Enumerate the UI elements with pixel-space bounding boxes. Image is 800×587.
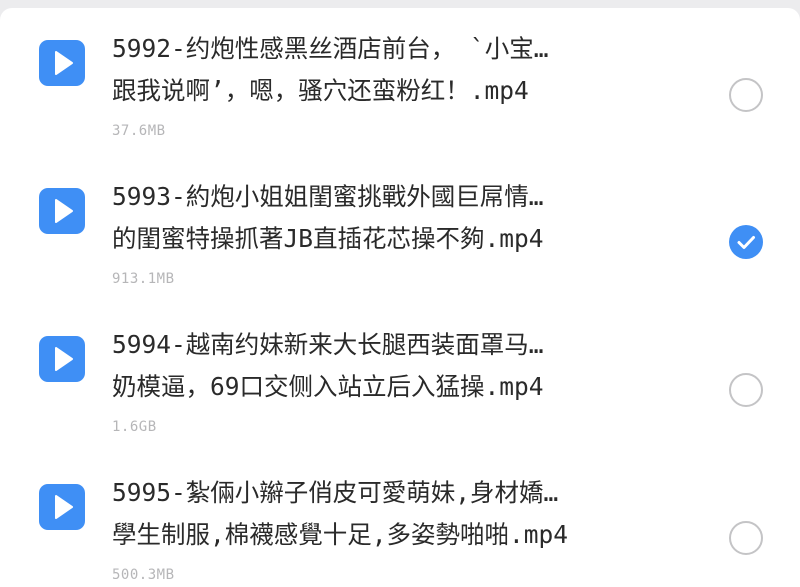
file-size: 500.3MB	[112, 567, 175, 583]
file-name-line-1: 5994-越南约妹新来大长腿西装面罩马…	[112, 330, 544, 359]
file-name-line-1: 5992-约炮性感黑丝酒店前台， `小宝…	[112, 34, 549, 63]
file-name-line-2: 跟我说啊’，嗯，骚穴还蛮粉红！.mp4	[112, 76, 529, 105]
file-size: 1.6GB	[112, 419, 157, 435]
file-name-line-1: 5995-紮倆小辮子俏皮可愛萌妹,身材嬌…	[112, 478, 559, 507]
file-size: 913.1MB	[112, 271, 175, 287]
video-play-icon	[39, 40, 85, 86]
list-item[interactable]: 5993-約炮小姐姐閨蜜挑戰外國巨屌情… 的閨蜜特操抓著JB直插花芯操不夠.mp…	[0, 156, 800, 304]
list-item[interactable]: 5995-紮倆小辮子俏皮可愛萌妹,身材嬌… 學生制服,棉襪感覺十足,多姿勢啪啪.…	[0, 452, 800, 587]
file-name-line-1: 5993-約炮小姐姐閨蜜挑戰外國巨屌情…	[112, 182, 544, 211]
file-name-line-2: 的閨蜜特操抓著JB直插花芯操不夠.mp4	[112, 224, 544, 253]
file-name: 5995-紮倆小辮子俏皮可愛萌妹,身材嬌… 學生制服,棉襪感覺十足,多姿勢啪啪.…	[112, 472, 652, 556]
select-checkbox-checked[interactable]	[729, 225, 763, 259]
checkmark-icon	[737, 236, 755, 249]
select-checkbox[interactable]	[729, 78, 763, 112]
video-play-icon	[39, 188, 85, 234]
file-name: 5992-约炮性感黑丝酒店前台， `小宝… 跟我说啊’，嗯，骚穴还蛮粉红！.mp…	[112, 28, 652, 112]
file-name: 5993-約炮小姐姐閨蜜挑戰外國巨屌情… 的閨蜜特操抓著JB直插花芯操不夠.mp…	[112, 176, 652, 260]
select-checkbox[interactable]	[729, 521, 763, 555]
file-name-line-2: 學生制服,棉襪感覺十足,多姿勢啪啪.mp4	[112, 520, 568, 549]
list-item[interactable]: 5994-越南约妹新来大长腿西装面罩马… 奶模逼，69口交侧入站立后入猛操.mp…	[0, 304, 800, 452]
select-checkbox[interactable]	[729, 373, 763, 407]
file-name-line-2: 奶模逼，69口交侧入站立后入猛操.mp4	[112, 372, 544, 401]
file-name: 5994-越南约妹新来大长腿西装面罩马… 奶模逼，69口交侧入站立后入猛操.mp…	[112, 324, 652, 408]
video-play-icon	[39, 336, 85, 382]
video-play-icon	[39, 484, 85, 530]
list-item[interactable]: 5992-约炮性感黑丝酒店前台， `小宝… 跟我说啊’，嗯，骚穴还蛮粉红！.mp…	[0, 8, 800, 156]
file-list-sheet: 5992-约炮性感黑丝酒店前台， `小宝… 跟我说啊’，嗯，骚穴还蛮粉红！.mp…	[0, 8, 800, 587]
file-size: 37.6MB	[112, 123, 166, 139]
